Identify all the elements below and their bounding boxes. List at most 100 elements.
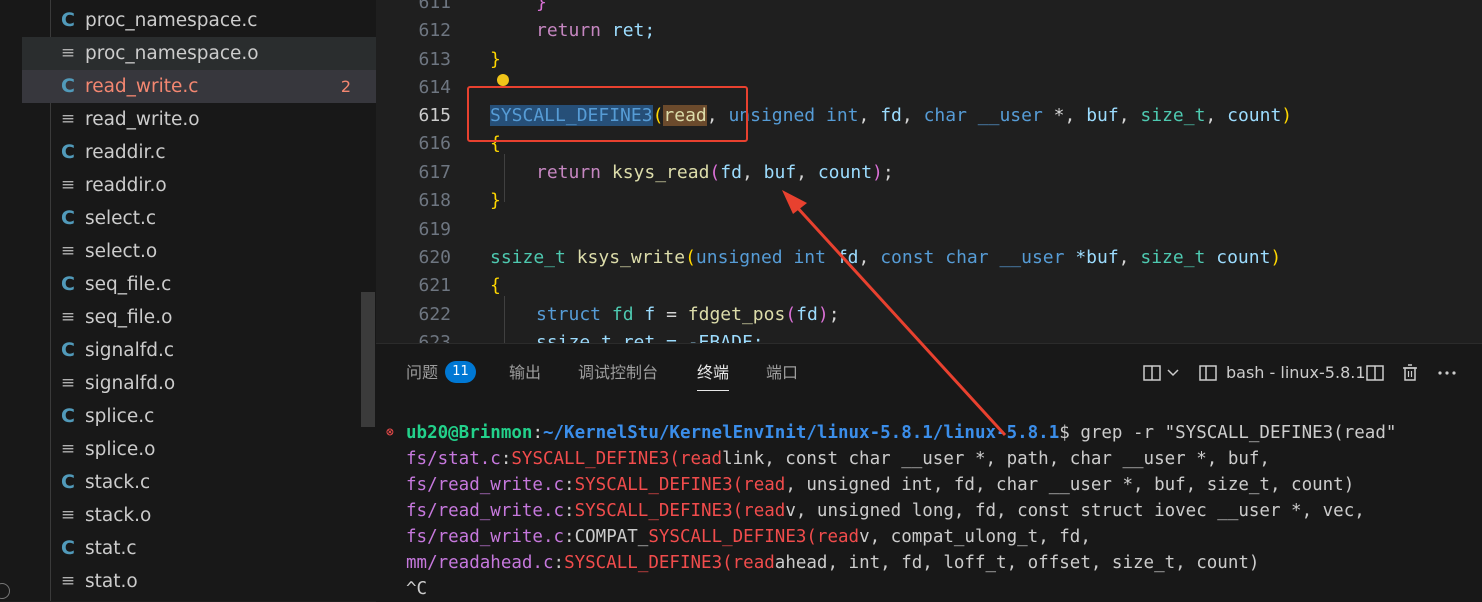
result-match: SYSCALL_DEFINE3(read bbox=[574, 501, 786, 521]
file-name: splice.o bbox=[85, 439, 156, 460]
explorer-scrollbar[interactable] bbox=[361, 292, 375, 427]
code-line: 620 ssize_t ksys_write(unsigned int fd, … bbox=[376, 244, 1446, 272]
text-file-icon: ≡ bbox=[60, 505, 76, 525]
tab-output[interactable]: 输出 bbox=[509, 359, 541, 387]
file-item[interactable]: Cproc_namespace.c bbox=[22, 4, 376, 37]
file-item[interactable]: Cselect.c bbox=[22, 202, 376, 235]
file-name: select.o bbox=[85, 241, 158, 262]
file-item[interactable]: ≡ readdir.o bbox=[22, 169, 376, 202]
file-item[interactable]: ≡ select.o bbox=[22, 235, 376, 268]
c-file-icon: C bbox=[61, 537, 75, 559]
file-name: stat.o bbox=[85, 571, 138, 592]
line-number: 615 bbox=[418, 105, 451, 126]
result-match: SYSCALL_DEFINE3(read bbox=[574, 475, 786, 495]
file-name: select.c bbox=[85, 208, 157, 229]
grep-result-line: fs/read_write.c:COMPAT_SYSCALL_DEFINE3(r… bbox=[406, 527, 1091, 547]
file-name: seq_file.o bbox=[85, 307, 173, 328]
text-file-icon: ≡ bbox=[60, 307, 76, 327]
file-name: stack.c bbox=[85, 472, 151, 493]
result-match: SYSCALL_DEFINE3(read bbox=[511, 449, 723, 469]
file-item[interactable]: Csplice.c bbox=[22, 400, 376, 433]
file-name: proc_namespace.o bbox=[85, 43, 259, 64]
problem-count-badge: 2 bbox=[340, 77, 351, 96]
file-name: stack.o bbox=[85, 505, 152, 526]
result-file: fs/read_write.c bbox=[406, 475, 565, 495]
lightbulb-icon[interactable] bbox=[497, 74, 509, 86]
line-number: 622 bbox=[418, 304, 451, 325]
c-file-icon: C bbox=[61, 75, 75, 97]
file-item[interactable]: Creaddir.c bbox=[22, 136, 376, 169]
explorer-sidebar: Cproc_namespace.c ≡ proc_namespace.o Cread_… bbox=[0, 0, 376, 601]
result-rest: v, unsigned long, fd, const struct iovec… bbox=[785, 501, 1365, 521]
text-file-icon: ≡ bbox=[60, 241, 76, 261]
file-name: splice.c bbox=[85, 406, 155, 427]
result-file: fs/read_write.c bbox=[406, 501, 565, 521]
code-line: 612 return ret; bbox=[376, 17, 1446, 45]
c-file-icon: C bbox=[61, 471, 75, 493]
c-file-icon: C bbox=[61, 273, 75, 295]
c-file-icon: C bbox=[61, 9, 75, 31]
tab-terminal[interactable]: 终端 bbox=[697, 359, 730, 391]
trash-icon[interactable] bbox=[1400, 359, 1420, 387]
code-line: 619 bbox=[376, 216, 1446, 244]
line-number: 620 bbox=[418, 247, 451, 268]
activity-bar bbox=[0, 0, 22, 601]
grep-result-line: fs/stat.c:SYSCALL_DEFINE3(readlink, cons… bbox=[406, 449, 1270, 469]
code-line: 622 struct fd f = fdget_pos(fd); bbox=[376, 301, 1446, 329]
result-prefix: COMPAT_ bbox=[574, 527, 649, 547]
line-number: 611 bbox=[418, 0, 451, 13]
file-name: signalfd.c bbox=[85, 340, 175, 361]
file-name: read_write.c bbox=[85, 76, 199, 97]
tab-debug-console[interactable]: 调试控制台 bbox=[578, 359, 658, 387]
text-file-icon: ≡ bbox=[60, 373, 76, 393]
tab-ports[interactable]: 端口 bbox=[766, 359, 798, 387]
result-file: mm/readahead.c bbox=[406, 553, 554, 573]
code-line: 617 return ksys_read(fd, buf, count); bbox=[376, 159, 1446, 187]
file-item[interactable]: Csignalfd.c bbox=[22, 334, 376, 367]
annotation-highlight-box bbox=[467, 86, 748, 142]
line-number: 614 bbox=[418, 77, 451, 98]
result-rest: v, compat_ulong_t, fd, bbox=[859, 527, 1091, 547]
file-name: stat.c bbox=[85, 538, 137, 559]
file-item[interactable]: ≡ proc_namespace.o bbox=[22, 37, 376, 70]
terminal-icon[interactable] bbox=[1198, 359, 1218, 387]
text-file-icon: ≡ bbox=[60, 109, 76, 129]
line-number: 612 bbox=[418, 20, 451, 41]
file-item[interactable]: Cread_write.c 2 bbox=[22, 70, 376, 103]
file-name: read_write.o bbox=[85, 109, 200, 130]
text-file-icon: ≡ bbox=[60, 571, 76, 591]
file-item[interactable]: ≡ stat.o bbox=[22, 565, 376, 598]
chevron-down-icon[interactable] bbox=[1166, 359, 1180, 387]
code-line: 611 } bbox=[376, 0, 1446, 17]
code-editor[interactable]: 611 } 612 return ret; 613 } 614 615 SYSC… bbox=[376, 0, 1482, 343]
text-file-icon: ≡ bbox=[60, 43, 76, 63]
file-item[interactable]: ≡ read_write.o bbox=[22, 103, 376, 136]
grep-result-line: mm/readahead.c:SYSCALL_DEFINE3(readahead… bbox=[406, 553, 1260, 573]
file-item[interactable]: ≡ signalfd.o bbox=[22, 367, 376, 400]
text-file-icon: ≡ bbox=[60, 439, 76, 459]
line-number: 621 bbox=[418, 275, 451, 296]
file-item[interactable]: ≡ splice.o bbox=[22, 433, 376, 466]
more-icon[interactable] bbox=[1436, 359, 1458, 387]
file-item[interactable]: ≡ seq_file.o bbox=[22, 301, 376, 334]
code-line: 621 { bbox=[376, 272, 1446, 300]
line-number: 617 bbox=[418, 162, 451, 183]
split-editor-icon[interactable] bbox=[1142, 359, 1162, 387]
line-number: 616 bbox=[418, 133, 451, 154]
file-name: readdir.o bbox=[85, 175, 167, 196]
file-item[interactable]: Cstack.c bbox=[22, 466, 376, 499]
file-name: proc_namespace.c bbox=[85, 10, 258, 31]
grep-result-line: fs/read_write.c:SYSCALL_DEFINE3(read, un… bbox=[406, 475, 1355, 495]
layout-icon[interactable] bbox=[1365, 359, 1385, 387]
code-line: 623 ssize_t ret = -EBADF; bbox=[376, 329, 1446, 343]
file-item[interactable]: Cseq_file.c bbox=[22, 268, 376, 301]
result-rest: link, const char __user *, path, char __… bbox=[722, 449, 1270, 469]
result-match: SYSCALL_DEFINE3(read bbox=[648, 527, 860, 547]
text-file-icon: ≡ bbox=[60, 175, 76, 195]
result-rest: ahead, int, fd, loff_t, offset, size_t, … bbox=[774, 553, 1260, 573]
file-item[interactable]: ≡ stack.o bbox=[22, 499, 376, 532]
tab-problems[interactable]: 问题 bbox=[406, 359, 438, 387]
bottom-panel: 问题 11 输出 调试控制台 终端 端口 bash - linux-5.8.1 … bbox=[376, 343, 1482, 602]
file-item[interactable]: Cstat.c bbox=[22, 532, 376, 565]
terminal-name[interactable]: bash - linux-5.8.1 bbox=[1226, 359, 1366, 387]
